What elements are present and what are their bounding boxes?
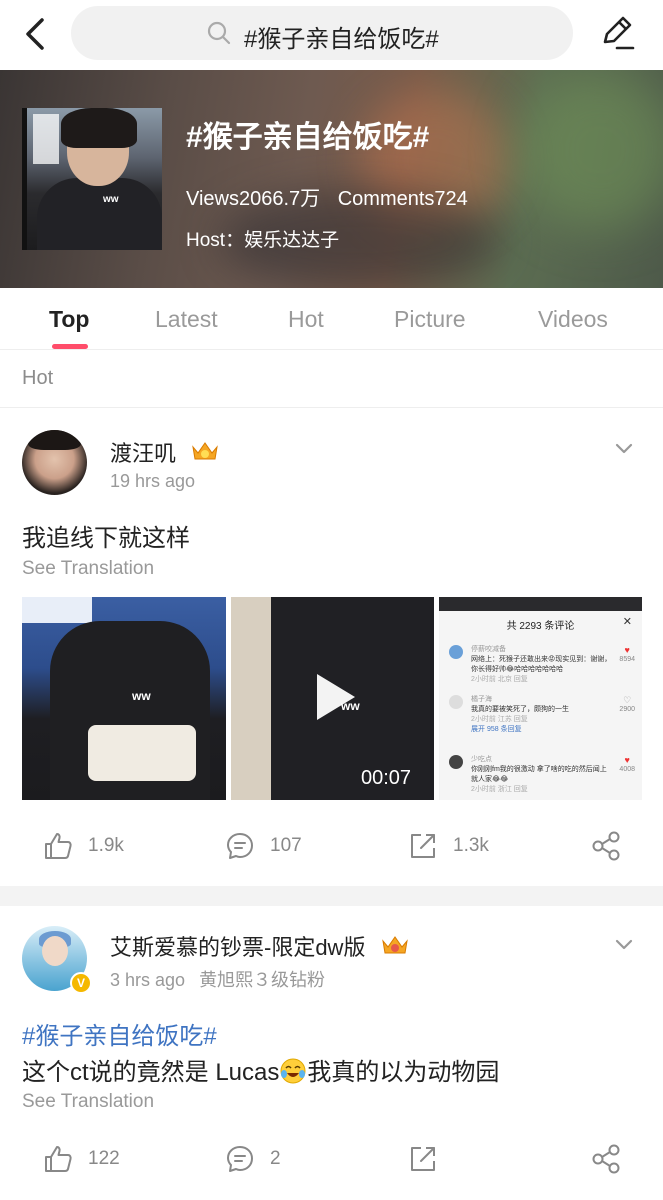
tab-picture[interactable]: Picture bbox=[394, 306, 466, 333]
section-label: Hot bbox=[22, 367, 54, 389]
share-nodes-icon bbox=[592, 1144, 620, 1174]
hashtag-link[interactable]: #猴子亲自给饭吃# bbox=[22, 1016, 217, 1051]
active-tab-indicator bbox=[52, 344, 88, 349]
post-divider bbox=[0, 886, 663, 906]
share-out-icon bbox=[411, 834, 435, 858]
thumbnail-watermark: ww bbox=[132, 689, 151, 703]
edit-icon[interactable] bbox=[597, 12, 637, 52]
tab-latest[interactable]: Latest bbox=[155, 306, 218, 333]
crying-laughing-emoji-icon bbox=[280, 1058, 306, 1084]
fan-level-badge: 黄旭熙３级钻粉 bbox=[199, 970, 326, 990]
post-time: 19 hrs ago bbox=[110, 471, 196, 491]
search-input[interactable]: #猴子亲自给饭吃# bbox=[71, 6, 573, 60]
share-nodes-icon bbox=[592, 831, 620, 861]
tab-top[interactable]: Top bbox=[49, 306, 89, 333]
more-share-button[interactable] bbox=[590, 826, 622, 866]
topic-views: Views2066.7万 bbox=[186, 188, 321, 210]
close-icon: ✕ bbox=[622, 616, 632, 628]
comment-button[interactable]: 2 bbox=[224, 1139, 281, 1179]
post-card[interactable]: 渡汪叽 19 hrs ago 我追线下就这样 See Translation w… bbox=[0, 408, 663, 886]
comment-count-header: 共 2293 条评论 bbox=[506, 621, 575, 632]
crown-badge-icon bbox=[381, 936, 408, 954]
play-icon[interactable] bbox=[313, 672, 357, 722]
topic-stats: Views2066.7万 Comments724 bbox=[186, 182, 468, 211]
tab-bar: Top Latest Hot Picture Videos bbox=[0, 288, 663, 350]
chevron-down-icon[interactable] bbox=[612, 932, 636, 956]
crown-badge-icon bbox=[192, 442, 218, 460]
thumbs-up-icon bbox=[45, 1146, 72, 1172]
topic-cover-image[interactable]: ww bbox=[22, 108, 162, 250]
post-card[interactable]: V 艾斯爱慕的钞票-限定dw版 3 hrs ago 黄旭熙３级钻粉 #猴子亲自给饭… bbox=[0, 906, 663, 1200]
thumbnail-watermark: ww bbox=[341, 699, 360, 713]
media-thumbnail[interactable]: 共 2293 条评论 ✕ 停薪咬减备 网络上：死猴子还敢出来😡现实见到：谢谢，你… bbox=[439, 597, 642, 800]
post-username[interactable]: 渡汪叽 bbox=[110, 436, 220, 468]
post-text: 我追线下就这样 bbox=[22, 525, 190, 552]
like-button[interactable]: 122 bbox=[42, 1139, 120, 1179]
topic-title: #猴子亲自给饭吃# bbox=[186, 121, 430, 154]
search-query: #猴子亲自给饭吃# bbox=[244, 26, 439, 53]
post-time: 3 hrs ago 黄旭熙３级钻粉 bbox=[110, 970, 326, 990]
comment-icon bbox=[227, 1146, 253, 1172]
more-share-button[interactable] bbox=[590, 1139, 622, 1179]
avatar[interactable] bbox=[22, 430, 87, 495]
top-bar: #猴子亲自给饭吃# bbox=[0, 0, 663, 70]
search-icon bbox=[207, 21, 231, 45]
video-thumbnail[interactable]: ww 00:07 bbox=[231, 597, 434, 800]
list-item: 橘子海 我真的要被笑死了，颇狗的一生 2小时前 江苏 回复 展开 958 条回复… bbox=[449, 695, 639, 735]
back-arrow-icon[interactable] bbox=[18, 14, 54, 54]
topic-host[interactable]: Host：娱乐达达子 bbox=[186, 225, 339, 252]
share-button[interactable]: 1.3k bbox=[407, 826, 489, 866]
tab-hot[interactable]: Hot bbox=[288, 306, 324, 333]
post-actions: 1.9k 107 1.3k bbox=[0, 826, 663, 866]
list-item: 停薪咬减备 网络上：死猴子还敢出来😡现实见到：谢谢，你长得好帅😂哈哈哈哈哈哈哈 … bbox=[449, 645, 639, 685]
topic-comments: Comments724 bbox=[337, 188, 468, 210]
see-translation-link[interactable]: See Translation bbox=[22, 1091, 154, 1113]
topic-banner: ww #猴子亲自给饭吃# Views2066.7万 Comments724 Ho… bbox=[0, 70, 663, 288]
section-header: Hot bbox=[0, 350, 663, 408]
comment-button[interactable]: 107 bbox=[224, 826, 302, 866]
verified-badge-icon: V bbox=[70, 972, 92, 994]
post-actions: 122 2 bbox=[0, 1139, 663, 1179]
comment-icon bbox=[227, 833, 253, 859]
share-out-icon bbox=[411, 1147, 435, 1171]
video-duration: 00:07 bbox=[361, 767, 412, 789]
cover-watermark: ww bbox=[103, 194, 119, 205]
list-item: 少吃点 你刚刚fm我的很激动 拿了啥的吃的然后闻上就人家😂😂 2小时前 浙江 回… bbox=[449, 755, 639, 795]
post-text: 这个ct说的竟然是 Lucas 我真的以为动物园 bbox=[22, 1058, 500, 1086]
share-button[interactable] bbox=[407, 1139, 439, 1179]
thumbs-up-icon bbox=[45, 833, 72, 859]
post-username[interactable]: 艾斯爱慕的钞票-限定dw版 bbox=[110, 930, 410, 962]
tab-videos[interactable]: Videos bbox=[538, 306, 608, 333]
see-translation-link[interactable]: See Translation bbox=[22, 558, 154, 580]
like-button[interactable]: 1.9k bbox=[42, 826, 124, 866]
media-thumbnail[interactable]: ww bbox=[22, 597, 226, 800]
chevron-down-icon[interactable] bbox=[612, 436, 636, 460]
